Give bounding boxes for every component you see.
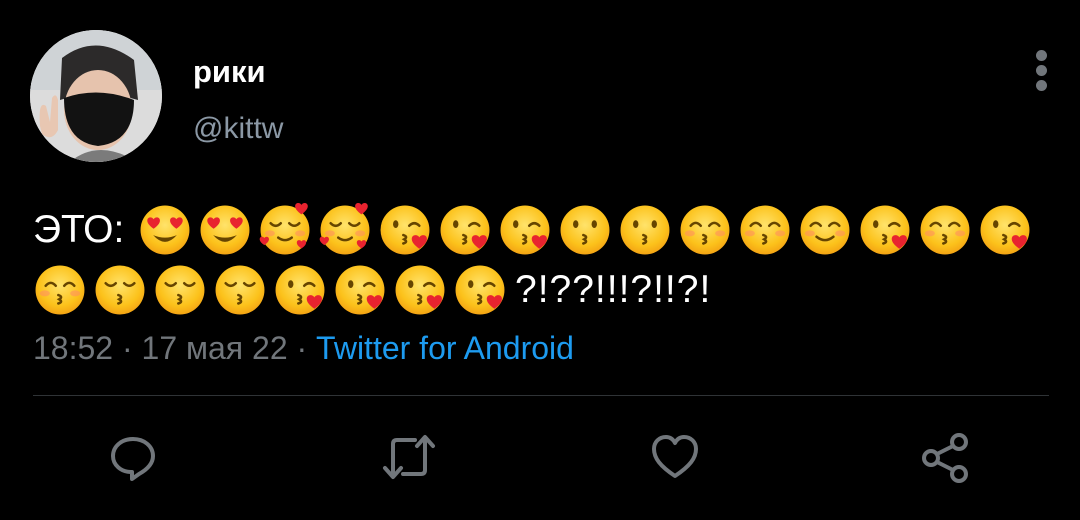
tweet-meta: 18:52 · 17 мая 22 · Twitter for Android [33, 326, 574, 370]
kiss-heart-emoji [498, 203, 552, 257]
reply-icon [111, 437, 155, 481]
tweet-time[interactable]: 18:52 [33, 330, 113, 366]
kiss-heart-emoji [333, 263, 387, 317]
tweet-text-prefix: ЭТО: [33, 208, 125, 251]
kissing-closed-eyes-emoji [33, 263, 87, 317]
tweet-text: ЭТО: ?!??!!!?!!?! [33, 200, 1048, 320]
tweet-text-line-1: ЭТО: [33, 200, 1048, 260]
author-avatar[interactable] [30, 30, 162, 162]
kissing-closed-eyes-emoji [678, 203, 732, 257]
kiss-heart-emoji [858, 203, 912, 257]
kissing-emoji [558, 203, 612, 257]
share-button[interactable] [920, 432, 970, 483]
kissing-smiling-eyes-emoji [93, 263, 147, 317]
retweet-button[interactable] [381, 432, 435, 482]
tweet-date[interactable]: 17 мая 22 [142, 330, 288, 366]
reply-button[interactable] [108, 432, 158, 482]
meta-separator: · [296, 330, 308, 366]
kiss-heart-emoji [438, 203, 492, 257]
kissing-closed-eyes-emoji [918, 203, 972, 257]
kiss-heart-emoji [378, 203, 432, 257]
heart-icon [652, 435, 698, 478]
kiss-heart-emoji [453, 263, 507, 317]
kiss-heart-emoji [978, 203, 1032, 257]
author-display-name[interactable]: рики [193, 52, 266, 92]
retweet-icon [383, 435, 435, 479]
divider [33, 395, 1049, 396]
tweet-text-suffix: ?!??!!!?!!?! [515, 268, 712, 311]
more-options-icon[interactable] [1026, 50, 1058, 92]
kissing-closed-eyes-emoji [738, 203, 792, 257]
smiling-hearts-emoji [318, 203, 372, 257]
kiss-heart-emoji [393, 263, 447, 317]
kissing-smiling-eyes-emoji [213, 263, 267, 317]
kiss-heart-emoji [273, 263, 327, 317]
author-handle[interactable]: @kittw [193, 109, 283, 149]
smiling-blush-emoji [798, 203, 852, 257]
kissing-emoji [618, 203, 672, 257]
smiling-hearts-emoji [258, 203, 312, 257]
kissing-smiling-eyes-emoji [153, 263, 207, 317]
like-button[interactable] [650, 432, 700, 482]
tweet-source-link[interactable]: Twitter for Android [316, 330, 574, 366]
share-icon [922, 433, 968, 483]
meta-separator: · [121, 330, 133, 366]
tweet-text-line-2: ?!??!!!?!!?! [33, 260, 1048, 320]
heart-eyes-emoji [138, 203, 192, 257]
heart-eyes-emoji [198, 203, 252, 257]
